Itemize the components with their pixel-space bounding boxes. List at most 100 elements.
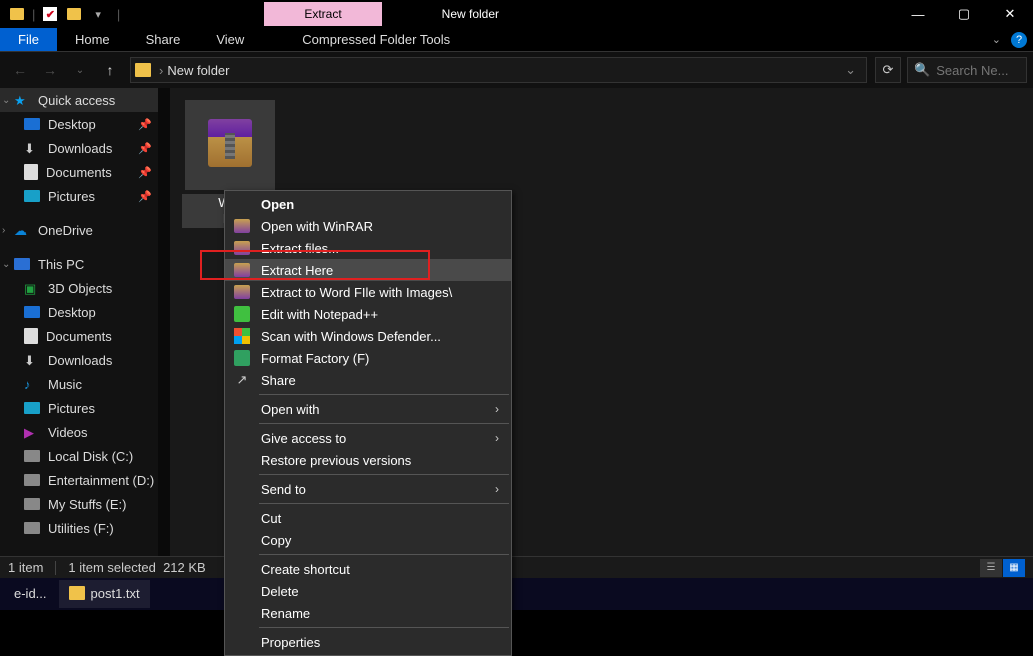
cm-copy[interactable]: Copy <box>225 529 511 551</box>
search-box[interactable]: 🔍 <box>907 57 1027 83</box>
compressed-tools-tab[interactable]: Compressed Folder Tools <box>292 28 460 51</box>
sidebar-videos[interactable]: ▶Videos <box>0 420 170 444</box>
pin-icon: 📌 <box>138 118 152 131</box>
rar-archive-icon <box>208 123 252 167</box>
view-tab[interactable]: View <box>198 28 262 51</box>
cm-share[interactable]: ↗Share <box>225 369 511 391</box>
main-area: ⌃ ⌄★Quick access Desktop📌 ⬇Downloads📌 Do… <box>0 88 1033 556</box>
sidebar-local-disk[interactable]: Local Disk (C:) <box>0 444 170 468</box>
navigation-bar: ← → ⌄ ↑ › New folder ⌄ ⟳ 🔍 <box>0 52 1033 88</box>
cm-rename[interactable]: Rename <box>225 602 511 624</box>
cm-cut[interactable]: Cut <box>225 507 511 529</box>
cm-open-with[interactable]: Open with› <box>225 398 511 420</box>
sidebar-documents-pc[interactable]: Documents <box>0 324 170 348</box>
cm-extract-files[interactable]: Extract files... <box>225 237 511 259</box>
sidebar-3d-objects[interactable]: ▣3D Objects <box>0 276 170 300</box>
status-item-count: 1 item <box>8 560 43 575</box>
submenu-arrow-icon: › <box>495 482 499 496</box>
cm-open-winrar[interactable]: Open with WinRAR <box>225 215 511 237</box>
ribbon-expand-icon[interactable]: ⌄ <box>986 33 1007 46</box>
minimize-button[interactable]: — <box>895 0 941 28</box>
pin-icon: 📌 <box>138 166 152 179</box>
refresh-button[interactable]: ⟳ <box>875 57 901 83</box>
taskbar-item[interactable]: post1.txt <box>59 580 150 608</box>
sidebar-pictures-pc[interactable]: Pictures <box>0 396 170 420</box>
sidebar-downloads[interactable]: ⬇Downloads📌 <box>0 136 170 160</box>
back-button[interactable]: ← <box>6 56 34 84</box>
sidebar-downloads-pc[interactable]: ⬇Downloads <box>0 348 170 372</box>
navigation-pane[interactable]: ⌃ ⌄★Quick access Desktop📌 ⬇Downloads📌 Do… <box>0 88 170 556</box>
quick-access-toolbar: | ✔ ▾ | <box>0 5 124 23</box>
taskbar-item[interactable]: e-id... <box>4 580 57 608</box>
sidebar-mystuffs[interactable]: My Stuffs (E:) <box>0 492 170 516</box>
sidebar-music[interactable]: ♪Music <box>0 372 170 396</box>
sidebar-utilities[interactable]: Utilities (F:) <box>0 516 170 540</box>
sidebar-desktop-pc[interactable]: Desktop <box>0 300 170 324</box>
status-bar: 1 item 1 item selected 212 KB ☰ ▦ <box>0 556 1033 578</box>
folder-icon[interactable] <box>8 5 26 23</box>
quick-access-header[interactable]: ⌄★Quick access <box>0 88 170 112</box>
sidebar-desktop[interactable]: Desktop📌 <box>0 112 170 136</box>
cm-separator <box>259 554 509 555</box>
onedrive-header[interactable]: ›☁OneDrive <box>0 218 170 242</box>
cm-separator <box>259 394 509 395</box>
address-dropdown-icon[interactable]: ⌄ <box>845 62 856 78</box>
pin-icon: 📌 <box>138 142 152 155</box>
cm-restore-versions[interactable]: Restore previous versions <box>225 449 511 471</box>
sidebar-documents[interactable]: Documents📌 <box>0 160 170 184</box>
close-button[interactable]: ✕ <box>987 0 1033 28</box>
this-pc-header[interactable]: ⌄This PC <box>0 252 170 276</box>
qat-dropdown-icon[interactable]: ▾ <box>89 8 107 21</box>
breadcrumb-location[interactable]: New folder <box>167 63 229 78</box>
cm-separator <box>259 474 509 475</box>
file-thumbnail <box>185 100 275 190</box>
submenu-arrow-icon: › <box>495 402 499 416</box>
cm-create-shortcut[interactable]: Create shortcut <box>225 558 511 580</box>
share-icon: ↗ <box>233 371 251 389</box>
taskbar: e-id... post1.txt <box>0 578 1033 610</box>
cm-extract-here[interactable]: Extract Here <box>225 259 511 281</box>
window-title: New folder <box>442 7 499 21</box>
forward-button[interactable]: → <box>36 56 64 84</box>
context-menu: Open Open with WinRAR Extract files... E… <box>224 190 512 656</box>
address-bar[interactable]: › New folder ⌄ <box>130 57 867 83</box>
properties-icon[interactable]: ✔ <box>41 5 59 23</box>
notepad-icon <box>69 586 85 600</box>
status-selection: 1 item selected 212 KB <box>68 560 205 575</box>
cm-edit-notepadpp[interactable]: Edit with Notepad++ <box>225 303 511 325</box>
sidebar-entertainment[interactable]: Entertainment (D:) <box>0 468 170 492</box>
breadcrumb-separator-icon: › <box>155 63 167 78</box>
cm-scan-defender[interactable]: Scan with Windows Defender... <box>225 325 511 347</box>
search-input[interactable] <box>936 63 1016 78</box>
cm-extract-to[interactable]: Extract to Word FIle with Images\ <box>225 281 511 303</box>
cm-give-access[interactable]: Give access to› <box>225 427 511 449</box>
cm-separator <box>259 503 509 504</box>
cm-separator <box>259 627 509 628</box>
recent-locations-icon[interactable]: ⌄ <box>66 56 94 84</box>
cm-properties[interactable]: Properties <box>225 631 511 653</box>
up-button[interactable]: ↑ <box>96 56 124 84</box>
home-tab[interactable]: Home <box>57 28 128 51</box>
sidebar-pictures[interactable]: Pictures📌 <box>0 184 170 208</box>
cm-delete[interactable]: Delete <box>225 580 511 602</box>
thumbnails-view-button[interactable]: ▦ <box>1003 559 1025 577</box>
cm-separator <box>259 423 509 424</box>
cm-format-factory[interactable]: Format Factory (F) <box>225 347 511 369</box>
title-bar: | ✔ ▾ | Extract New folder — ▢ ✕ <box>0 0 1033 28</box>
sidebar-scrollbar[interactable] <box>158 88 170 556</box>
details-view-button[interactable]: ☰ <box>980 559 1002 577</box>
submenu-arrow-icon: › <box>495 431 499 445</box>
status-separator <box>55 561 56 575</box>
maximize-button[interactable]: ▢ <box>941 0 987 28</box>
help-icon[interactable]: ? <box>1011 32 1027 48</box>
cm-open[interactable]: Open <box>225 193 511 215</box>
search-icon: 🔍 <box>914 62 930 78</box>
file-tab[interactable]: File <box>0 28 57 51</box>
folder-icon <box>135 63 151 77</box>
pin-icon: 📌 <box>138 190 152 203</box>
cm-send-to[interactable]: Send to› <box>225 478 511 500</box>
contextual-tab-extract[interactable]: Extract <box>264 2 381 26</box>
share-tab[interactable]: Share <box>128 28 199 51</box>
new-folder-icon[interactable] <box>65 5 83 23</box>
ribbon-tabs: File Home Share View Compressed Folder T… <box>0 28 1033 52</box>
